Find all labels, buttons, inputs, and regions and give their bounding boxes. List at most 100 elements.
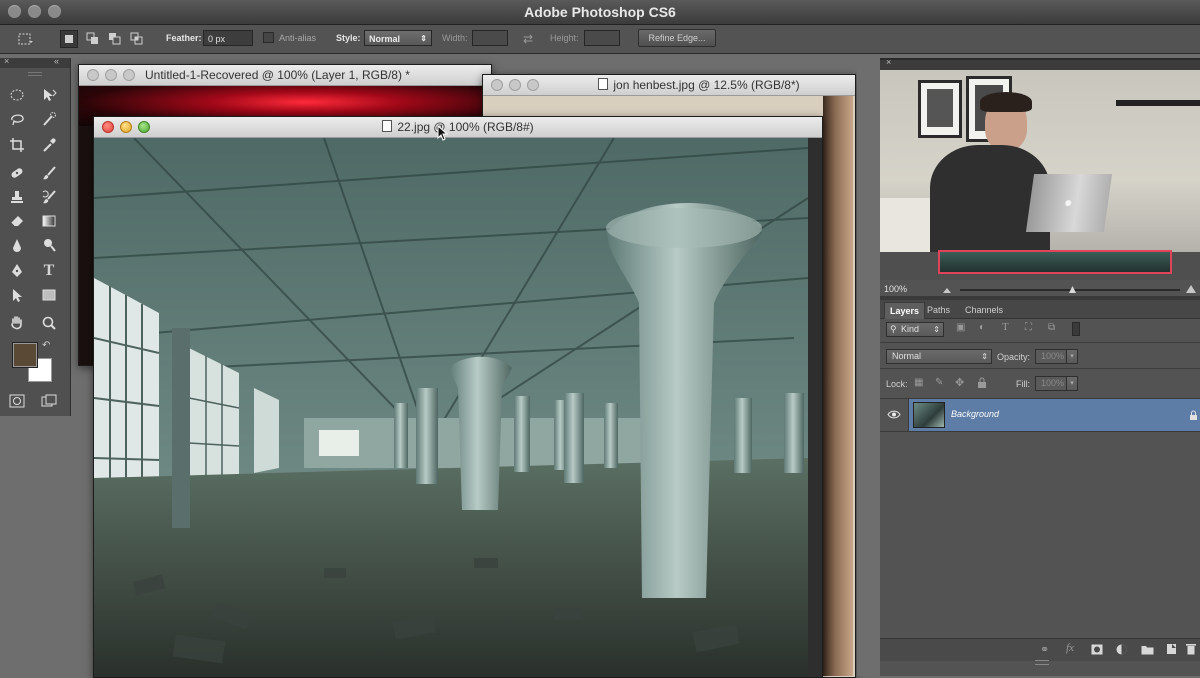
eye-icon[interactable] bbox=[887, 410, 901, 419]
opacity-input[interactable]: 100% bbox=[1035, 349, 1069, 364]
person-hair bbox=[980, 92, 1032, 112]
style-select[interactable]: Normal ⇕ bbox=[364, 30, 432, 46]
lock-all-icon[interactable] bbox=[977, 376, 987, 388]
workspace-gap bbox=[857, 58, 880, 676]
fx-icon[interactable]: fx bbox=[1066, 642, 1074, 654]
zoom-out-icon[interactable] bbox=[942, 286, 952, 294]
zoom-tool-icon[interactable] bbox=[38, 312, 60, 334]
style-label: Style: bbox=[336, 33, 361, 43]
eyedropper-tool-icon[interactable] bbox=[38, 134, 60, 156]
zoom-in-icon[interactable] bbox=[1185, 284, 1197, 294]
fill-input[interactable]: 100% bbox=[1035, 376, 1069, 391]
new-group-icon[interactable] bbox=[1141, 644, 1154, 655]
lasso-tool-icon[interactable] bbox=[6, 108, 28, 130]
close-panel-icon[interactable]: × bbox=[4, 56, 9, 66]
divider bbox=[880, 342, 1200, 343]
laptop: ● bbox=[1025, 174, 1113, 232]
zoom-document-icon[interactable] bbox=[123, 69, 135, 81]
tools-panel: × « T ↶ bbox=[0, 56, 71, 416]
rectangular-marquee-tool-icon[interactable] bbox=[6, 84, 28, 106]
pen-tool-icon[interactable] bbox=[6, 260, 28, 282]
rectangle-tool-icon[interactable] bbox=[38, 284, 60, 306]
close-document-icon[interactable] bbox=[491, 79, 503, 91]
subtract-from-selection-icon[interactable] bbox=[106, 30, 124, 48]
screen-mode-icon[interactable] bbox=[38, 390, 60, 412]
document-title-bar[interactable]: 22.jpg @ 100% (RGB/8#) bbox=[94, 117, 822, 138]
layer-visibility-cell[interactable] bbox=[880, 399, 909, 431]
panel-grip bbox=[28, 72, 42, 76]
refine-edge-button[interactable]: Refine Edge... bbox=[638, 29, 716, 47]
tab-layers[interactable]: Layers bbox=[884, 302, 926, 319]
link-layers-icon[interactable]: ⚭ bbox=[1040, 643, 1049, 656]
navigator-thumbnail-proxy[interactable] bbox=[938, 252, 1172, 274]
zoom-slider-thumb[interactable] bbox=[1068, 285, 1077, 294]
filter-type-icon[interactable]: T bbox=[1002, 321, 1009, 333]
document-title-text: jon henbest.jpg @ 12.5% (RGB/8*) bbox=[613, 78, 800, 92]
webcam-preview: ● bbox=[880, 70, 1200, 252]
navigator-zoom-value[interactable]: 100% bbox=[884, 284, 907, 294]
swap-colors-icon[interactable]: ↶ bbox=[42, 340, 50, 351]
intersect-selection-icon[interactable] bbox=[128, 30, 146, 48]
trash-icon[interactable] bbox=[1186, 643, 1196, 655]
new-selection-icon[interactable] bbox=[60, 30, 78, 48]
blur-tool-icon[interactable] bbox=[6, 234, 28, 256]
lock-transparent-icon[interactable]: ▦ bbox=[914, 377, 923, 388]
quick-selection-tool-icon[interactable] bbox=[38, 108, 60, 130]
hand-tool-icon[interactable] bbox=[6, 312, 28, 334]
filter-smart-object-icon[interactable]: ⧉ bbox=[1048, 322, 1055, 333]
document-title-bar[interactable]: Untitled-1-Recovered @ 100% (Layer 1, RG… bbox=[79, 65, 491, 86]
foreground-color-swatch[interactable] bbox=[13, 343, 37, 367]
minimize-document-icon[interactable] bbox=[509, 79, 521, 91]
type-tool-icon[interactable]: T bbox=[38, 260, 60, 282]
lock-position-icon[interactable]: ✥ bbox=[955, 376, 964, 389]
lock-image-icon[interactable]: ✎ bbox=[935, 377, 943, 388]
fill-dropdown-icon[interactable]: ▾ bbox=[1066, 376, 1078, 391]
history-brush-tool-icon[interactable] bbox=[38, 186, 60, 208]
filter-pixel-icon[interactable]: ▣ bbox=[956, 322, 965, 333]
quick-mask-icon[interactable] bbox=[6, 390, 28, 412]
layer-filter-select[interactable]: ⚲ Kind ⇕ bbox=[886, 322, 944, 337]
swap-dimensions-icon[interactable]: ⇄ bbox=[519, 30, 537, 48]
clone-stamp-tool-icon[interactable] bbox=[6, 186, 28, 208]
width-input[interactable] bbox=[472, 30, 508, 46]
layer-name[interactable]: Background bbox=[951, 409, 999, 419]
opacity-dropdown-icon[interactable]: ▾ bbox=[1066, 349, 1078, 364]
layer-mask-icon[interactable] bbox=[1091, 644, 1103, 655]
factory-photo-canvas[interactable] bbox=[94, 138, 808, 677]
crop-tool-icon[interactable] bbox=[6, 134, 28, 156]
path-selection-tool-icon[interactable] bbox=[6, 284, 28, 306]
layers-tab-bar: Layers Paths Channels bbox=[880, 300, 1200, 319]
wall-frame bbox=[918, 80, 962, 138]
height-input[interactable] bbox=[584, 30, 620, 46]
filter-adjustment-icon[interactable]: ◐ bbox=[979, 322, 985, 333]
layer-row-background[interactable]: Background bbox=[880, 398, 1200, 432]
zoom-document-icon[interactable] bbox=[527, 79, 539, 91]
document-title-bar[interactable]: jon henbest.jpg @ 12.5% (RGB/8*) bbox=[483, 75, 855, 96]
filter-toggle[interactable] bbox=[1072, 322, 1080, 336]
spot-healing-tool-icon[interactable] bbox=[6, 162, 28, 184]
feather-input[interactable]: 0 px bbox=[203, 30, 253, 46]
minimize-document-icon[interactable] bbox=[105, 69, 117, 81]
collapse-panel-icon[interactable]: « bbox=[54, 56, 59, 66]
filter-shape-icon[interactable]: ⛶ bbox=[1025, 322, 1032, 333]
tab-channels[interactable]: Channels bbox=[960, 302, 1008, 318]
antialias-label: Anti-alias bbox=[279, 33, 317, 43]
fill-label: Fill: bbox=[1016, 379, 1030, 389]
brush-tool-icon[interactable] bbox=[38, 162, 60, 184]
eraser-tool-icon[interactable] bbox=[6, 210, 28, 232]
shelf bbox=[1116, 100, 1200, 106]
add-to-selection-icon[interactable] bbox=[84, 30, 102, 48]
panel-resize-grip[interactable] bbox=[1035, 660, 1049, 665]
tab-paths[interactable]: Paths bbox=[922, 302, 955, 318]
adjustment-layer-icon[interactable] bbox=[1116, 644, 1127, 655]
gradient-tool-icon[interactable] bbox=[38, 210, 60, 232]
close-document-icon[interactable] bbox=[87, 69, 99, 81]
antialias-checkbox[interactable] bbox=[263, 32, 274, 43]
dodge-tool-icon[interactable] bbox=[38, 234, 60, 256]
new-layer-icon[interactable] bbox=[1166, 643, 1177, 655]
blend-mode-select[interactable]: Normal ⇕ bbox=[886, 349, 992, 364]
marquee-preset-icon[interactable] bbox=[16, 30, 34, 48]
document-window-22[interactable]: 22.jpg @ 100% (RGB/8#) bbox=[93, 116, 823, 678]
layer-lock-icon bbox=[1189, 408, 1198, 426]
move-tool-icon[interactable] bbox=[38, 84, 60, 106]
